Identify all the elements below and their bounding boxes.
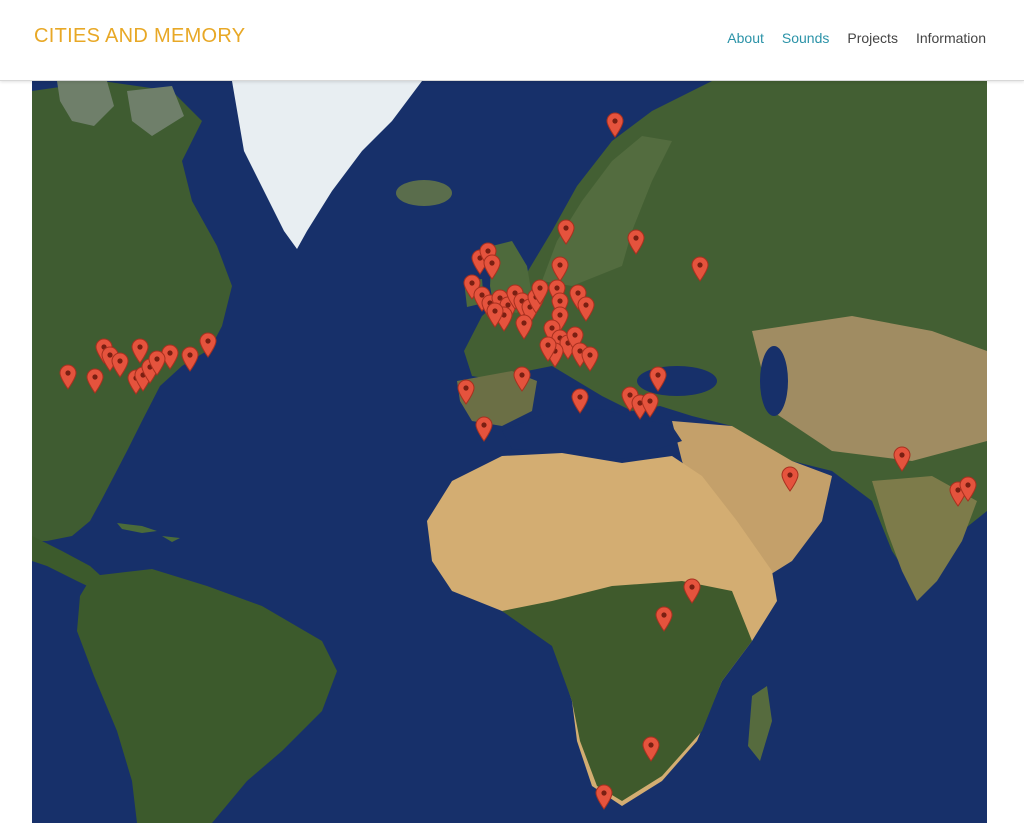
site-header: CITIES AND MEMORY About Sounds Projects …	[0, 0, 1024, 81]
map-marker-icon[interactable]	[539, 336, 557, 362]
nav-about-link[interactable]: About	[727, 30, 764, 46]
map-marker-icon[interactable]	[181, 346, 199, 372]
caspian-sea	[760, 346, 788, 416]
map-marker-icon[interactable]	[655, 606, 673, 632]
map-marker-icon[interactable]	[683, 578, 701, 604]
nav-information-link[interactable]: Information	[916, 30, 986, 46]
map-marker-icon[interactable]	[691, 256, 709, 282]
map-marker-icon[interactable]	[486, 302, 504, 328]
map-marker-icon[interactable]	[457, 379, 475, 405]
map-marker-icon[interactable]	[627, 229, 645, 255]
nav-sounds-link[interactable]: Sounds	[782, 30, 829, 46]
main-nav: About Sounds Projects Information	[727, 30, 986, 46]
map-marker-icon[interactable]	[893, 446, 911, 472]
map-marker-icon[interactable]	[513, 366, 531, 392]
map-marker-icon[interactable]	[475, 416, 493, 442]
map-marker-icon[interactable]	[531, 279, 549, 305]
map-marker-icon[interactable]	[581, 346, 599, 372]
nav-projects-link[interactable]: Projects	[847, 30, 898, 46]
world-map-background	[32, 81, 987, 823]
map-marker-icon[interactable]	[199, 332, 217, 358]
site-logo[interactable]: CITIES AND MEMORY	[34, 25, 245, 48]
map-marker-icon[interactable]	[557, 219, 575, 245]
map-marker-icon[interactable]	[959, 476, 977, 502]
map-marker-icon[interactable]	[781, 466, 799, 492]
iceland-land	[396, 180, 452, 206]
map-marker-icon[interactable]	[577, 296, 595, 322]
map-marker-icon[interactable]	[641, 392, 659, 418]
map-marker-icon[interactable]	[642, 736, 660, 762]
map-marker-icon[interactable]	[59, 364, 77, 390]
map-marker-icon[interactable]	[571, 388, 589, 414]
map-marker-icon[interactable]	[515, 314, 533, 340]
map-marker-icon[interactable]	[595, 784, 613, 810]
map-marker-icon[interactable]	[483, 254, 501, 280]
sound-map[interactable]	[32, 81, 987, 823]
map-marker-icon[interactable]	[606, 112, 624, 138]
map-marker-icon[interactable]	[649, 366, 667, 392]
map-marker-icon[interactable]	[148, 350, 166, 376]
